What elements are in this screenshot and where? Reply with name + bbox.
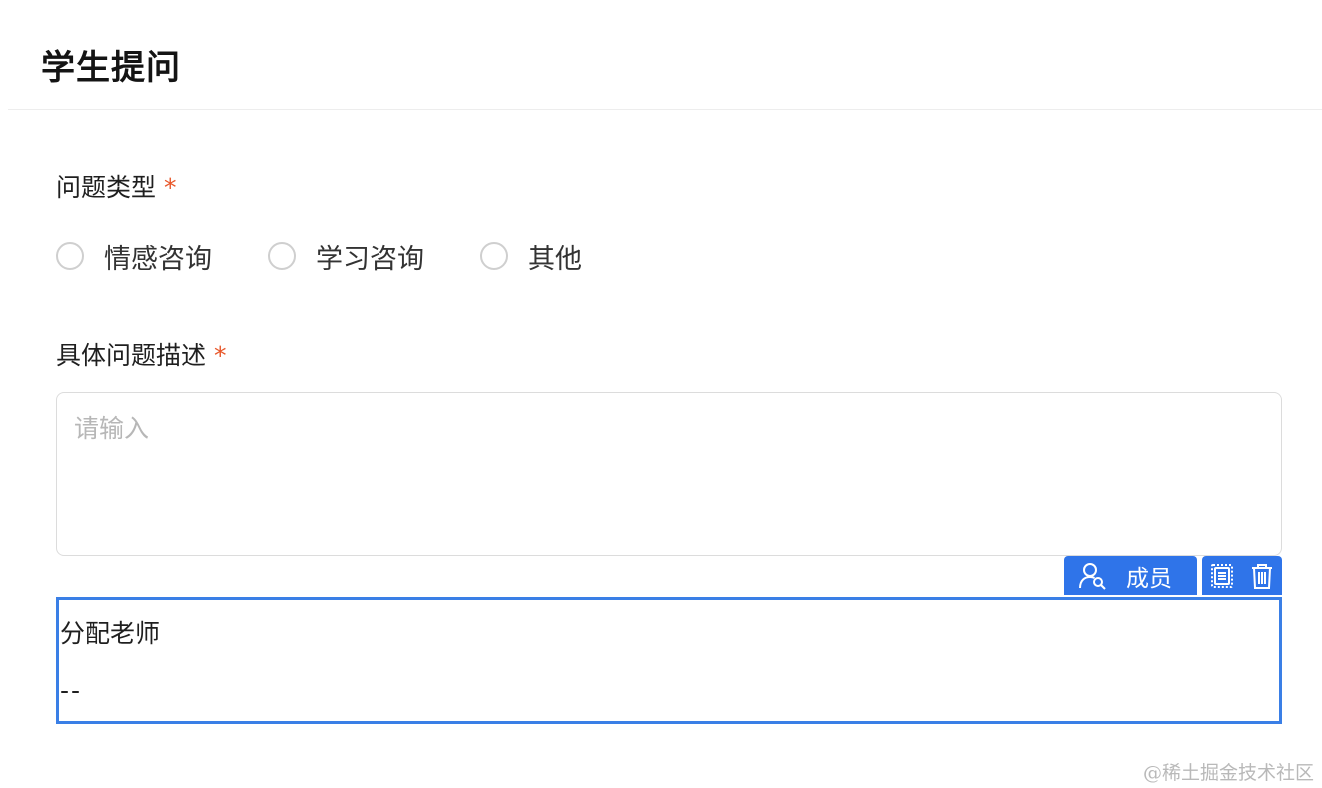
page-title: 学生提问: [41, 48, 181, 88]
description-textarea-wrapper: [56, 392, 1282, 556]
watermark: @稀土掘金技术社区: [1142, 762, 1314, 784]
radio-option-emotional[interactable]: 情感咨询: [56, 237, 212, 276]
description-textarea[interactable]: [57, 393, 1281, 555]
component-toolbar: [1202, 556, 1282, 595]
question-type-label-text: 问题类型: [56, 173, 157, 202]
radio-label: 学习咨询: [316, 243, 424, 275]
description-label-text: 具体问题描述: [56, 341, 207, 370]
member-button-label: 成员: [1126, 565, 1172, 592]
description-label: 具体问题描述 *: [56, 336, 227, 372]
assign-teacher-label: 分配老师: [60, 619, 161, 648]
copy-icon[interactable]: [1206, 560, 1238, 592]
assign-teacher-field[interactable]: 分配老师 --: [56, 597, 1282, 724]
question-type-label: 问题类型 *: [56, 168, 177, 204]
user-search-icon: [1076, 560, 1108, 592]
radio-circle[interactable]: [268, 242, 296, 270]
assign-teacher-value: --: [60, 676, 83, 705]
trash-icon[interactable]: [1246, 560, 1278, 592]
radio-option-other[interactable]: 其他: [480, 237, 582, 276]
radio-label: 情感咨询: [104, 243, 212, 275]
required-mark: *: [214, 341, 227, 370]
radio-option-study[interactable]: 学习咨询: [268, 237, 424, 276]
member-button[interactable]: 成员: [1064, 556, 1197, 595]
radio-circle[interactable]: [56, 242, 84, 270]
required-mark: *: [164, 173, 177, 202]
radio-circle[interactable]: [480, 242, 508, 270]
page-header: 学生提问: [8, 0, 1322, 110]
question-type-radio-group: 情感咨询 学习咨询 其他: [56, 236, 582, 276]
radio-label: 其他: [528, 243, 582, 275]
